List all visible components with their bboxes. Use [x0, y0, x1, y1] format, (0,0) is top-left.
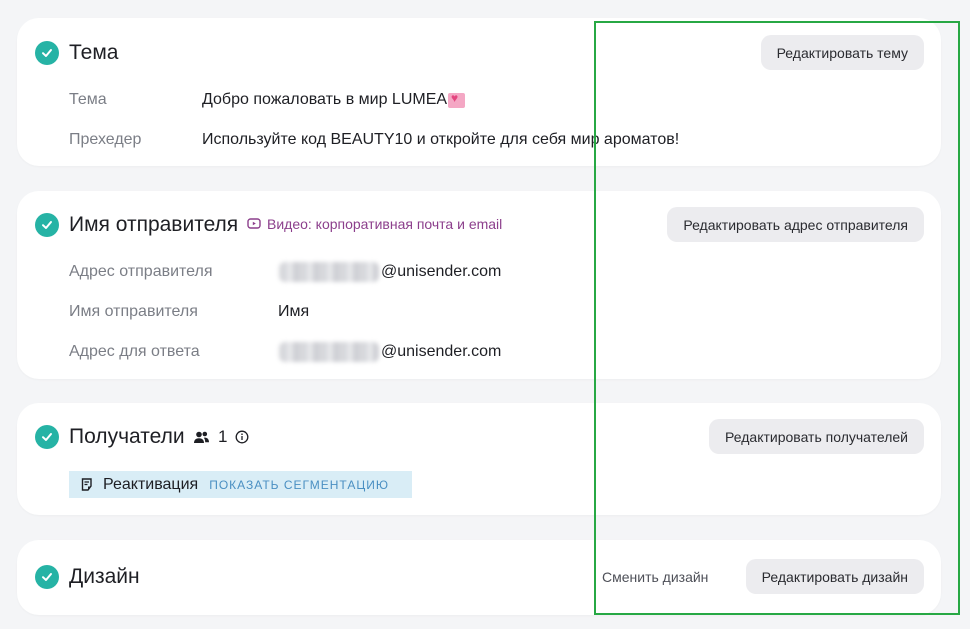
change-design-link[interactable]: Сменить дизайн [602, 569, 708, 585]
recipients-title: Получатели [69, 425, 185, 448]
preheader-row-value: Используйте код BEAUTY10 и откройте для … [202, 131, 680, 148]
sender-address-domain: @unisender.com [381, 263, 502, 280]
show-segmentation-link[interactable]: ПОКАЗАТЬ СЕГМЕНТАЦИЮ [209, 478, 389, 492]
edit-recipients-button[interactable]: Редактировать получателей [709, 419, 924, 454]
reply-address-domain: @unisender.com [381, 343, 502, 360]
redacted-blur [279, 262, 379, 282]
recipients-card: Получатели 1 Редактировать получателей Р… [17, 403, 941, 515]
preheader-row-label: Прехедер [69, 131, 142, 148]
subject-row-label: Тема [69, 91, 107, 108]
edit-sender-button[interactable]: Редактировать адрес отправителя [667, 207, 924, 242]
sender-name-value: Имя [278, 303, 310, 320]
sender-name-label: Имя отправителя [69, 303, 198, 320]
video-link-label: Видео: корпоративная почта и email [267, 216, 503, 232]
sender-card: Имя отправителя Видео: корпоративная поч… [17, 191, 941, 379]
design-card: Дизайн Сменить дизайн Редактировать диза… [17, 540, 941, 615]
edit-subject-button[interactable]: Редактировать тему [760, 35, 924, 70]
segment-doc-icon [81, 478, 92, 491]
subject-row-value: Добро пожаловать в мир LUMEA [202, 91, 466, 109]
redacted-blur [279, 342, 379, 362]
video-icon [247, 218, 261, 229]
recipients-count-group: 1 [193, 427, 249, 447]
segment-chip: Реактивация ПОКАЗАТЬ СЕГМЕНТАЦИЮ [69, 471, 412, 498]
video-link[interactable]: Видео: корпоративная почта и email [247, 216, 502, 232]
subject-title: Тема [69, 41, 119, 64]
check-circle-icon [35, 425, 59, 449]
sender-address-value: @unisender.com [279, 262, 501, 282]
check-circle-icon [35, 213, 59, 237]
subject-value-text: Добро пожаловать в мир LUMEA [202, 91, 448, 108]
edit-design-button[interactable]: Редактировать дизайн [745, 559, 924, 594]
subject-card: Тема Редактировать тему Тема Добро пожал… [17, 18, 941, 166]
sender-title: Имя отправителя [69, 213, 239, 236]
heart-emoji-icon [448, 91, 466, 108]
sender-address-label: Адрес отправителя [69, 263, 213, 280]
reply-address-value: @unisender.com [279, 342, 501, 362]
check-circle-icon [35, 565, 59, 589]
segment-label: Реактивация [103, 475, 199, 493]
reply-address-label: Адрес для ответа [69, 343, 200, 360]
design-title: Дизайн [69, 565, 140, 588]
recipients-count: 1 [218, 427, 228, 446]
check-circle-icon [35, 41, 59, 65]
users-icon [194, 431, 209, 443]
info-icon[interactable] [235, 430, 249, 444]
